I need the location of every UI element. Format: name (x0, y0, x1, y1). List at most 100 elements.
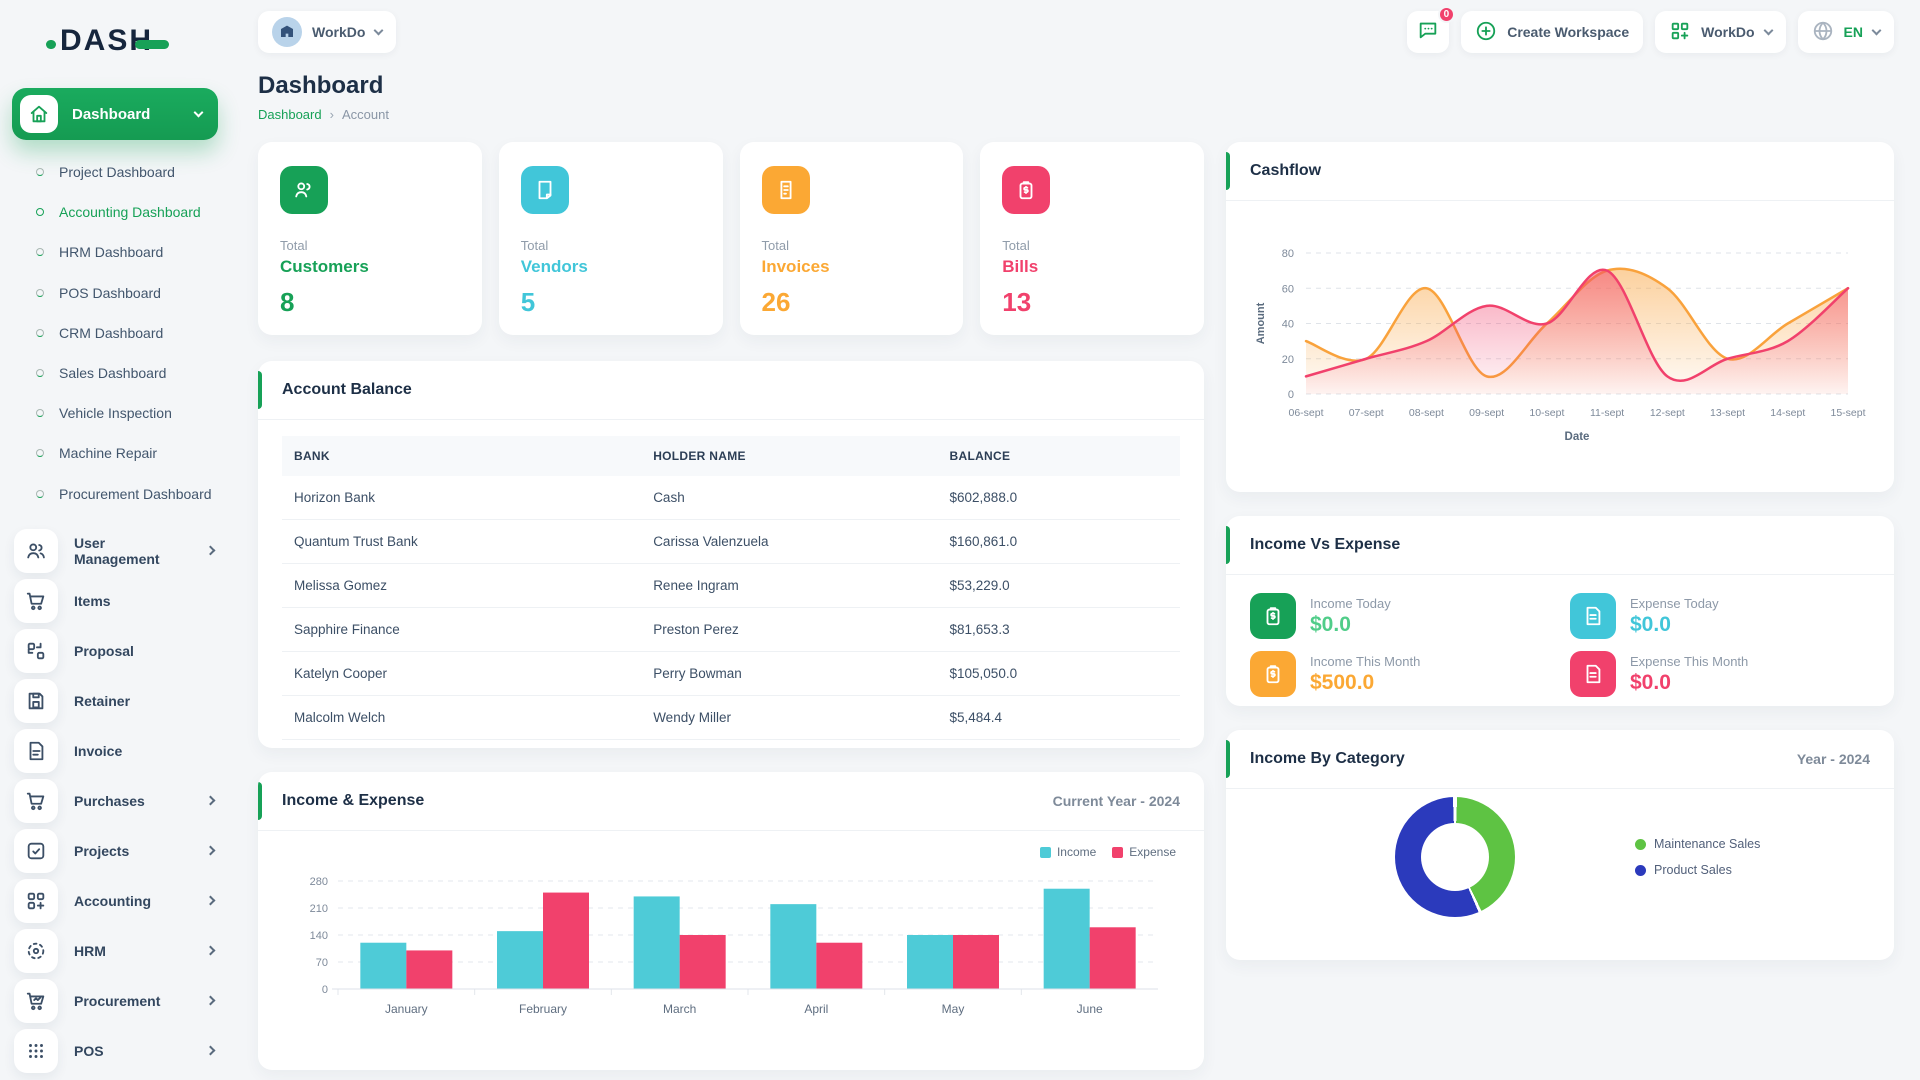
sidebar-item-purchases[interactable]: Purchases (0, 776, 232, 826)
table-header-row: BANKHOLDER NAMEBALANCE (282, 436, 1180, 476)
account-balance-table-wrap: BANKHOLDER NAMEBALANCE Horizon BankCash$… (258, 420, 1204, 748)
stat-card-invoices[interactable]: Total Invoices 26 (740, 142, 964, 335)
sidebar-item-procurement[interactable]: Procurement (0, 976, 232, 1026)
building-icon (279, 23, 295, 42)
donut-chart (1395, 797, 1515, 917)
invoice-icon (14, 729, 58, 773)
table-row[interactable]: Quantum Trust BankCarissa Valenzuela$160… (282, 520, 1180, 564)
sidebar-item-pos[interactable]: POS (0, 1026, 232, 1076)
income-icon (1250, 651, 1296, 697)
cashflow-header: Cashflow (1226, 142, 1894, 201)
bar-income-february (497, 931, 543, 989)
table-row[interactable]: Melissa GomezRenee Ingram$53,229.0 (282, 564, 1180, 608)
messages-button[interactable]: 0 (1407, 11, 1449, 53)
cashflow-area-chart: 020406080Amount06-sept07-sept08-sept09-s… (1248, 211, 1872, 484)
cart-icon (14, 779, 58, 823)
topbar-actions: 0 Create Workspace WorkDo EN (1407, 11, 1894, 53)
hrm-icon (14, 929, 58, 973)
sidebar-item-accounting[interactable]: Accounting (0, 876, 232, 926)
legend-dot (1635, 865, 1646, 876)
svg-text:10-sept: 10-sept (1529, 407, 1564, 419)
bar-expense-march (680, 935, 726, 989)
sidebar-item-label: User Management (74, 535, 191, 567)
workspace-switcher[interactable]: WorkDo (258, 11, 396, 53)
table-row[interactable]: Horizon BankCash$602,888.0 (282, 476, 1180, 520)
svg-text:Date: Date (1565, 431, 1590, 443)
stat-label: Invoices (762, 257, 942, 277)
retainer-icon (14, 679, 58, 723)
svg-text:June: June (1077, 1002, 1103, 1016)
table-cell: Katelyn Cooper (282, 652, 641, 696)
bullet-icon (36, 449, 44, 457)
sidebar-subitem-vehicle-inspection[interactable]: Vehicle Inspection (0, 393, 232, 433)
sidebar-item-items[interactable]: Items (0, 576, 232, 626)
sidebar-item-user-management[interactable]: User Management (0, 526, 232, 576)
legend-item-product-sales[interactable]: Product Sales (1635, 863, 1760, 877)
chevron-down-icon (1763, 26, 1773, 36)
cashflow-svg: 020406080Amount06-sept07-sept08-sept09-s… (1248, 211, 1868, 479)
table-row[interactable]: Katelyn CooperPerry Bowman$105,050.0 (282, 652, 1180, 696)
table-cell: Quantum Trust Bank (282, 520, 641, 564)
sidebar-item-invoice[interactable]: Invoice (0, 726, 232, 776)
bar-income-may (907, 935, 953, 989)
table-cell: $160,861.0 (938, 520, 1180, 564)
income-vs-expense-grid: Income Today $0.0 Expense Today $0.0 Inc… (1226, 575, 1894, 715)
stat-card-vendors[interactable]: Total Vendors 5 (499, 142, 723, 335)
income-expense-header: Income & Expense Current Year - 2024 (258, 772, 1204, 831)
legend-item-maintenance-sales[interactable]: Maintenance Sales (1635, 837, 1760, 851)
legend-label: Income (1057, 845, 1096, 859)
sidebar-item-hrm[interactable]: HRM (0, 926, 232, 976)
workdo-menu-button[interactable]: WorkDo (1655, 11, 1785, 53)
svg-text:13-sept: 13-sept (1710, 407, 1745, 419)
svg-text:14-sept: 14-sept (1770, 407, 1805, 419)
income-icon (1250, 593, 1296, 639)
sidebar-subitem-crm-dashboard[interactable]: CRM Dashboard (0, 313, 232, 353)
stat-card-bills[interactable]: Total Bills 13 (980, 142, 1204, 335)
brand-logo[interactable]: DASH (0, 18, 232, 64)
sidebar-subitem-pos-dashboard[interactable]: POS Dashboard (0, 273, 232, 313)
account-balance-card: Account Balance BANKHOLDER NAMEBALANCE H… (258, 361, 1204, 748)
income-by-category-body: Maintenance Sales Product Sales (1226, 789, 1894, 917)
chevron-right-icon (206, 846, 216, 856)
sidebar-subitem-hrm-dashboard[interactable]: HRM Dashboard (0, 232, 232, 272)
table-row[interactable]: Sapphire FinancePreston Perez$81,653.3 (282, 608, 1180, 652)
sidebar-item-dashboard[interactable]: Dashboard (12, 88, 218, 140)
create-workspace-button[interactable]: Create Workspace (1461, 11, 1643, 53)
stat-card-customers[interactable]: Total Customers 8 (258, 142, 482, 335)
income-vs-expense-item-label: Income Today (1310, 596, 1391, 611)
language-label: EN (1844, 24, 1863, 40)
table-row[interactable]: Malcolm WelchWendy Miller$5,484.4 (282, 696, 1180, 740)
sidebar-item-label: Items (74, 593, 111, 609)
workdo-menu-label: WorkDo (1701, 24, 1754, 40)
sidebar-subitem-label: HRM Dashboard (59, 243, 163, 261)
sidebar-sub-list: Project Dashboard Accounting Dashboard H… (0, 140, 232, 522)
sidebar-subitem-sales-dashboard[interactable]: Sales Dashboard (0, 353, 232, 393)
legend-item-income[interactable]: Income (1040, 845, 1096, 859)
workspace-avatar (272, 17, 302, 47)
table-cell: Preston Perez (641, 608, 937, 652)
sidebar-item-label: Purchases (74, 793, 145, 809)
bullet-icon (36, 329, 44, 337)
bullet-icon (36, 409, 44, 417)
expense-icon (1570, 651, 1616, 697)
language-selector[interactable]: EN (1798, 11, 1894, 53)
sidebar-subitem-procurement-dashboard[interactable]: Procurement Dashboard (0, 474, 232, 514)
sidebar-subitem-machine-repair[interactable]: Machine Repair (0, 433, 232, 473)
sidebar-subitem-accounting-dashboard[interactable]: Accounting Dashboard (0, 192, 232, 232)
topbar: WorkDo 0 Create Workspace WorkDo EN (232, 0, 1920, 64)
chevron-right-icon (206, 796, 216, 806)
sidebar-item-label: POS (74, 1043, 104, 1059)
chevron-down-icon (194, 108, 204, 118)
income-vs-expense-item-value: $0.0 (1630, 613, 1719, 637)
sidebar-item-proposal[interactable]: Proposal (0, 626, 232, 676)
sidebar-subitem-project-dashboard[interactable]: Project Dashboard (0, 152, 232, 192)
legend-item-expense[interactable]: Expense (1112, 845, 1176, 859)
svg-text:May: May (942, 1002, 965, 1016)
income-expense-bar-chart: 070140210280JanuaryFebruaryMarchAprilMay… (282, 841, 1180, 1058)
projects-icon (14, 829, 58, 873)
svg-text:210: 210 (310, 903, 328, 915)
sidebar-item-retainer[interactable]: Retainer (0, 676, 232, 726)
breadcrumb-link-dashboard[interactable]: Dashboard (258, 107, 322, 122)
sidebar-item-projects[interactable]: Projects (0, 826, 232, 876)
column-header: BANK (282, 436, 641, 476)
